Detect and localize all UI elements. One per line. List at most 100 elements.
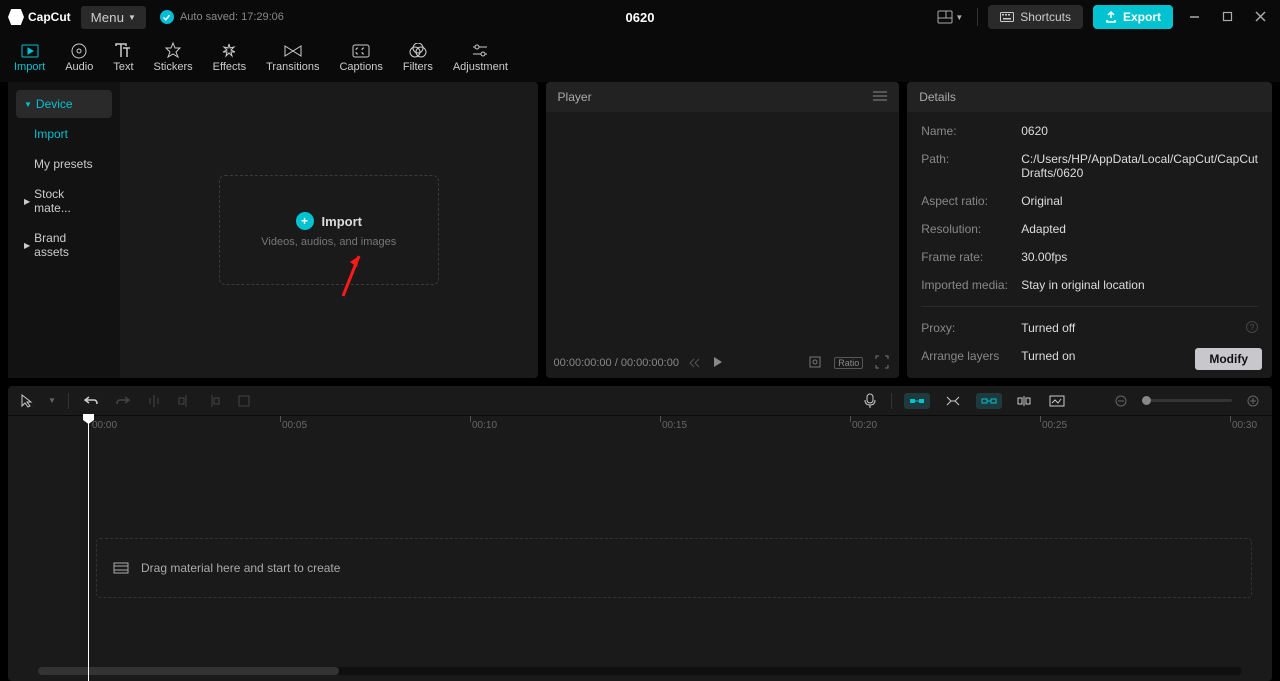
ruler-mark: 00:20	[852, 420, 877, 431]
player-viewport	[546, 112, 900, 348]
detail-label-arrange: Arrange layers	[921, 349, 1021, 363]
chevron-down-icon: ▼	[128, 13, 136, 22]
clip-icon	[113, 562, 129, 574]
player-menu-button[interactable]	[873, 90, 887, 104]
text-icon	[113, 43, 133, 59]
export-button[interactable]: Export	[1093, 5, 1173, 29]
captions-icon	[351, 43, 371, 59]
tab-captions[interactable]: Captions	[329, 39, 392, 77]
split-button[interactable]	[145, 391, 163, 411]
player-timecode: 00:00:00:00 / 00:00:00:00	[554, 357, 679, 369]
preview-axis-button[interactable]	[1014, 392, 1034, 410]
sidebar-item-stock-material[interactable]: ▶Stock mate...	[16, 180, 112, 222]
import-title: Import	[322, 214, 362, 229]
logo-icon	[8, 9, 24, 25]
maximize-button[interactable]	[1216, 10, 1239, 25]
auto-snap-button[interactable]	[942, 392, 964, 410]
sticker-icon	[163, 43, 183, 59]
detail-value-aspect: Original	[1021, 194, 1258, 208]
ruler-mark: 00:25	[1042, 420, 1067, 431]
crop-button[interactable]	[235, 392, 253, 410]
caret-right-icon: ▶	[24, 197, 30, 206]
category-tabs: Import Audio Text Stickers Effects Trans…	[0, 34, 1280, 82]
import-dropzone[interactable]: + Import Videos, audios, and images	[219, 175, 439, 285]
shortcuts-button[interactable]: Shortcuts	[988, 5, 1083, 29]
playhead[interactable]	[88, 416, 89, 681]
detail-value-imported: Stay in original location	[1021, 278, 1258, 292]
plus-icon: +	[296, 212, 314, 230]
detail-label-path: Path:	[921, 152, 1021, 180]
modify-button[interactable]: Modify	[1195, 348, 1262, 370]
tab-audio[interactable]: Audio	[55, 39, 103, 77]
detail-label-aspect: Aspect ratio:	[921, 194, 1021, 208]
delete-right-button[interactable]	[205, 391, 223, 411]
record-voiceover-button[interactable]	[861, 390, 879, 412]
import-subtitle: Videos, audios, and images	[261, 236, 396, 248]
prev-frame-button[interactable]	[687, 354, 703, 373]
ruler-mark: 00:15	[662, 420, 687, 431]
adjustment-icon	[470, 43, 490, 59]
scrollbar-thumb[interactable]	[38, 667, 339, 675]
caret-right-icon: ▶	[24, 241, 30, 250]
fullscreen-button[interactable]	[873, 353, 891, 374]
media-sidebar: ▼Device Import My presets ▶Stock mate...…	[8, 82, 120, 378]
close-button[interactable]	[1249, 10, 1272, 25]
detail-value-name: 0620	[1021, 124, 1258, 138]
timeline-scrollbar[interactable]	[38, 667, 1242, 675]
details-title: Details	[919, 90, 956, 104]
tab-filters[interactable]: Filters	[393, 39, 443, 77]
autosave-status: Auto saved: 17:29:06	[160, 10, 284, 24]
tab-stickers[interactable]: Stickers	[144, 39, 203, 77]
chevron-down-icon[interactable]: ▼	[48, 396, 56, 405]
minimize-button[interactable]	[1183, 10, 1206, 25]
player-title: Player	[558, 90, 592, 104]
sidebar-item-my-presets[interactable]: My presets	[16, 150, 112, 178]
ruler-mark: 00:30	[1232, 420, 1257, 431]
tab-text[interactable]: Text	[103, 39, 143, 77]
cover-button[interactable]	[1046, 392, 1068, 410]
redo-button[interactable]	[113, 392, 133, 410]
detail-value-proxy: Turned off	[1021, 321, 1246, 335]
detail-label-proxy: Proxy:	[921, 321, 1021, 335]
undo-button[interactable]	[81, 392, 101, 410]
project-title: 0620	[626, 10, 655, 25]
divider	[977, 8, 978, 26]
sidebar-item-device[interactable]: ▼Device	[16, 90, 112, 118]
ruler-mark: 00:05	[282, 420, 307, 431]
transitions-icon	[283, 43, 303, 59]
tab-adjustment[interactable]: Adjustment	[443, 39, 518, 77]
filters-icon	[408, 43, 428, 59]
delete-left-button[interactable]	[175, 391, 193, 411]
detail-label-framerate: Frame rate:	[921, 250, 1021, 264]
keyboard-icon	[1000, 12, 1014, 22]
layout-button[interactable]: ▼	[933, 6, 967, 28]
help-icon[interactable]: ?	[1246, 321, 1258, 333]
ratio-button[interactable]: Ratio	[834, 357, 863, 369]
sidebar-item-brand-assets[interactable]: ▶Brand assets	[16, 224, 112, 266]
tab-effects[interactable]: Effects	[203, 39, 256, 77]
ruler-mark: 00:10	[472, 420, 497, 431]
linkage-button[interactable]	[976, 393, 1002, 409]
check-icon	[160, 10, 174, 24]
preview-quality-button[interactable]	[806, 353, 824, 374]
details-panel: Details Name:0620 Path:C:/Users/HP/AppDa…	[907, 82, 1272, 378]
tab-import[interactable]: Import	[4, 39, 55, 77]
tab-transitions[interactable]: Transitions	[256, 39, 329, 77]
timeline-tracks[interactable]: Drag material here and start to create	[8, 438, 1272, 663]
zoom-out-button[interactable]	[1112, 392, 1130, 410]
app-logo: CapCut	[8, 9, 71, 25]
timeline-dropzone[interactable]: Drag material here and start to create	[96, 538, 1252, 598]
selection-tool-button[interactable]	[18, 391, 36, 411]
chevron-down-icon: ▼	[955, 13, 963, 22]
timeline-ruler[interactable]: 00:00 00:05 00:10 00:15 00:20 00:25 00:3…	[8, 416, 1272, 438]
ruler-mark: 00:00	[92, 420, 117, 431]
detail-label-resolution: Resolution:	[921, 222, 1021, 236]
menu-button[interactable]: Menu ▼	[81, 6, 146, 29]
divider	[68, 393, 69, 409]
zoom-in-button[interactable]	[1244, 392, 1262, 410]
play-button[interactable]	[711, 354, 725, 373]
main-track-magnet-button[interactable]	[904, 393, 930, 409]
zoom-slider[interactable]	[1142, 399, 1232, 402]
sidebar-item-import[interactable]: Import	[16, 120, 112, 148]
detail-value-path: C:/Users/HP/AppData/Local/CapCut/CapCut …	[1021, 152, 1258, 180]
